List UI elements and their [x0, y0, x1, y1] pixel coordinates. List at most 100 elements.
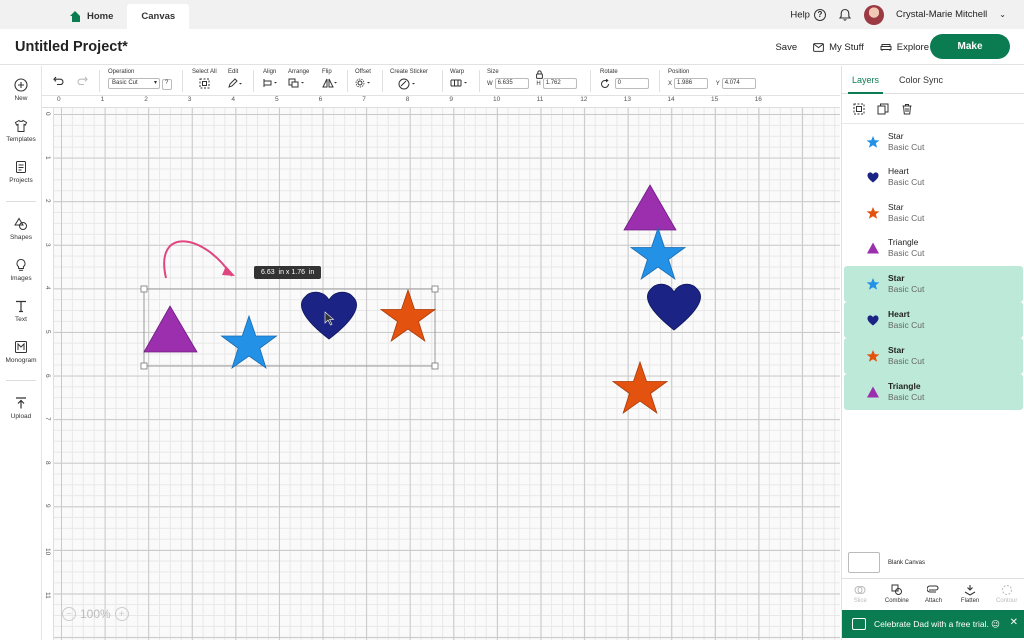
make-button[interactable]: Make	[930, 34, 1010, 59]
combine-label: Combine	[884, 597, 909, 604]
trash-icon[interactable]	[901, 103, 913, 115]
help-label: Help	[790, 9, 810, 20]
ruler-tick: 6	[44, 373, 51, 378]
layer-item[interactable]: Star Basic Cut	[844, 195, 1023, 231]
rail-monogram[interactable]: Monogram	[0, 340, 42, 364]
layer-text: Triangle Basic Cut	[888, 237, 924, 259]
align-button[interactable]: Align	[263, 69, 279, 90]
rotate-label: Rotate	[600, 69, 618, 75]
layer-item[interactable]: Star Basic Cut	[844, 266, 1023, 302]
ruler-tick: 8	[44, 460, 51, 465]
select-all-button[interactable]: Select All	[192, 69, 217, 91]
operation-help-button[interactable]: ?	[161, 79, 172, 90]
star-shape[interactable]	[220, 314, 278, 370]
star-icon	[866, 277, 880, 290]
arrange-button[interactable]: Arrange	[288, 69, 309, 90]
undo-icon[interactable]	[53, 76, 64, 85]
sofa-icon	[880, 43, 892, 51]
project-header: Untitled Project* Save My Stuff Explore …	[0, 29, 1024, 65]
design-canvas[interactable]: 6.63 in x 1.76 in − 100% +	[54, 108, 840, 640]
paperclip-icon	[927, 584, 940, 593]
rotate-group: Rotate 0	[600, 69, 649, 89]
layer-text: Star Basic Cut	[888, 131, 924, 153]
blank-canvas-row[interactable]: Blank Canvas	[848, 552, 925, 573]
resize-handle-bottom-right[interactable]	[431, 362, 439, 370]
warp-button[interactable]: Warp	[450, 69, 470, 90]
rotate-field[interactable]: 0	[614, 78, 649, 89]
layer-item[interactable]: Triangle Basic Cut	[844, 231, 1023, 267]
user-name[interactable]: Crystal-Marie Mitchell	[896, 9, 987, 20]
project-title[interactable]: Untitled Project*	[15, 39, 128, 55]
help-button[interactable]: Help?	[790, 8, 826, 21]
layer-item[interactable]: Star Basic Cut	[844, 338, 1023, 374]
horizontal-ruler: 0 1 2 3 4 5 6 7 8 9 10 11 12 13 14 15 16	[42, 96, 840, 108]
layer-operation: Basic Cut	[888, 212, 925, 223]
resize-handle-bottom-left[interactable]	[140, 362, 148, 370]
bell-icon[interactable]	[838, 8, 852, 22]
group-icon[interactable]	[853, 103, 865, 115]
triangle-shape[interactable]	[143, 305, 198, 353]
tab-home[interactable]: Home	[56, 4, 127, 29]
slice-button[interactable]: Slice	[842, 579, 879, 608]
star-shape[interactable]	[611, 360, 669, 415]
offset-button[interactable]: Offset	[355, 69, 373, 90]
y-field[interactable]: 4.074	[721, 78, 756, 89]
rail-projects[interactable]: Projects	[0, 160, 42, 184]
combine-button[interactable]: Combine	[879, 579, 916, 608]
save-button[interactable]: Save	[775, 42, 797, 53]
my-stuff-button[interactable]: My Stuff	[813, 42, 864, 53]
avatar[interactable]	[863, 4, 884, 25]
rail-new-label: New	[14, 95, 28, 102]
triangle-icon	[867, 386, 879, 398]
redo-icon[interactable]	[77, 76, 88, 85]
zoom-in-button[interactable]: +	[114, 607, 129, 621]
star-shape[interactable]	[379, 288, 437, 343]
rail-templates[interactable]: Templates	[0, 119, 42, 143]
operation-group: Operation Basic Cut ?	[108, 69, 172, 90]
rail-text[interactable]: Text	[0, 299, 42, 323]
size-group: Size W 6.635 H 1.762	[487, 69, 577, 89]
star-shape[interactable]	[629, 226, 687, 281]
layer-item[interactable]: Heart Basic Cut	[844, 160, 1023, 196]
height-field[interactable]: 1.762	[542, 78, 577, 89]
contour-button[interactable]: Contour	[988, 579, 1024, 608]
rail-shapes[interactable]: Shapes	[0, 217, 42, 241]
tab-layers[interactable]: Layers	[842, 66, 889, 94]
x-field[interactable]: 1.986	[674, 78, 709, 89]
rail-monogram-label: Monogram	[5, 357, 37, 364]
flip-button[interactable]: Flip	[322, 69, 338, 90]
rail-upload[interactable]: Upload	[0, 396, 42, 420]
close-icon[interactable]: ✕	[1010, 617, 1018, 628]
explore-button[interactable]: Explore	[880, 42, 929, 53]
create-sticker-button[interactable]: Create Sticker	[390, 69, 428, 92]
promo-banner[interactable]: Celebrate Dad with a free trial. 😉 ✕	[842, 610, 1024, 638]
triangle-shape[interactable]	[623, 184, 677, 231]
warp-label: Warp	[450, 69, 465, 75]
rail-new[interactable]: New	[0, 78, 42, 102]
layer-item[interactable]: Heart Basic Cut	[844, 302, 1023, 338]
heart-shape[interactable]	[647, 283, 701, 331]
resize-handle-top-left[interactable]	[140, 285, 148, 293]
tab-canvas[interactable]: Canvas	[127, 4, 190, 29]
document-icon	[16, 161, 26, 173]
layer-item[interactable]: Star Basic Cut	[844, 124, 1023, 160]
flatten-button[interactable]: Flatten	[952, 579, 989, 608]
blank-canvas-swatch[interactable]	[848, 552, 880, 573]
tab-color-sync[interactable]: Color Sync	[889, 66, 953, 93]
rail-images[interactable]: Images	[0, 258, 42, 282]
layer-item[interactable]: Triangle Basic Cut	[844, 374, 1023, 410]
resize-handle-top-right[interactable]	[431, 285, 439, 293]
attach-button[interactable]: Attach	[915, 579, 952, 608]
zoom-out-button[interactable]: −	[62, 607, 76, 621]
edit-button[interactable]: Edit	[228, 69, 242, 90]
ruler-tick: 3	[187, 96, 192, 103]
chevron-down-icon[interactable]: ⌄	[999, 10, 1006, 19]
layer-name: Heart	[888, 308, 910, 319]
operation-select[interactable]: Basic Cut	[108, 78, 160, 89]
panel-bottom-actions: Slice Combine Attach Flatten Contour	[842, 578, 1024, 608]
duplicate-icon[interactable]	[877, 103, 889, 115]
width-field[interactable]: 6.635	[494, 78, 529, 89]
select-all-icon	[199, 78, 210, 89]
promo-text: Celebrate Dad with a free trial. 😉	[874, 618, 1001, 629]
lock-icon[interactable]	[536, 70, 543, 79]
